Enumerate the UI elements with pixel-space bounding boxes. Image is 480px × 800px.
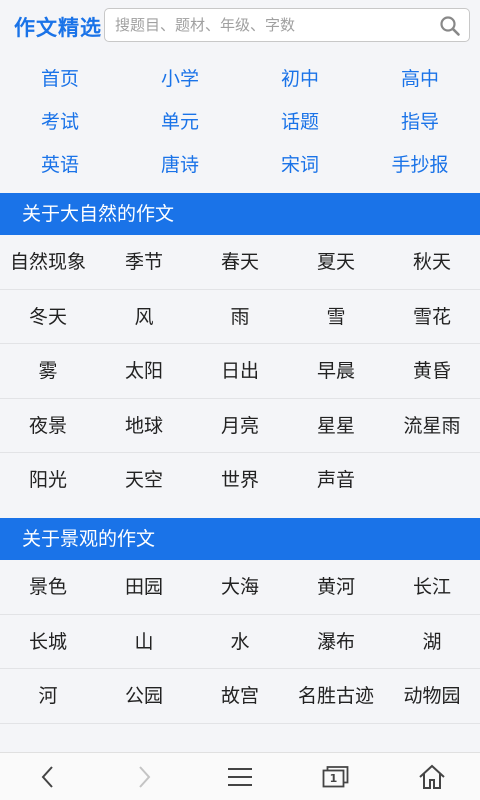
table-row: 自然现象 季节 春天 夏天 秋天 bbox=[0, 235, 480, 290]
section-title-nature: 关于大自然的作文 bbox=[0, 193, 480, 235]
topic-item[interactable]: 阳光 bbox=[0, 453, 96, 507]
table-row: 阳光 天空 世界 声音 bbox=[0, 453, 480, 508]
topic-grid-nature: 自然现象 季节 春天 夏天 秋天 冬天 风 雨 雪 雪花 雾 太阳 日出 早晨 … bbox=[0, 235, 480, 508]
category-nav: 首页 小学 初中 高中 考试 单元 话题 指导 英语 唐诗 宋词 手抄报 bbox=[0, 57, 480, 193]
topic-item[interactable]: 雾 bbox=[0, 344, 96, 398]
topic-item[interactable]: 河 bbox=[0, 669, 96, 723]
search-box[interactable] bbox=[104, 8, 470, 42]
tab-count: 1 bbox=[329, 772, 338, 785]
topic-item[interactable]: 黄河 bbox=[288, 560, 384, 614]
table-row: 夜景 地球 月亮 星星 流星雨 bbox=[0, 399, 480, 453]
back-icon bbox=[41, 766, 53, 788]
topic-item[interactable]: 雨 bbox=[192, 290, 288, 344]
menu-button[interactable] bbox=[192, 753, 288, 800]
back-button[interactable] bbox=[0, 753, 96, 800]
topic-item[interactable]: 冬天 bbox=[0, 290, 96, 344]
table-row: 冬天 风 雨 雪 雪花 bbox=[0, 290, 480, 344]
topic-item[interactable]: 长江 bbox=[384, 560, 480, 614]
tabs-icon: 1 bbox=[321, 765, 351, 789]
home-button[interactable] bbox=[384, 753, 480, 800]
forward-icon bbox=[139, 766, 151, 788]
topic-item[interactable]: 星星 bbox=[288, 399, 384, 453]
nav-item-english[interactable]: 英语 bbox=[0, 145, 120, 185]
topic-item[interactable]: 夜景 bbox=[0, 399, 96, 453]
topic-item[interactable]: 长城 bbox=[0, 615, 96, 669]
topic-item[interactable]: 季节 bbox=[96, 235, 192, 289]
nav-item-home[interactable]: 首页 bbox=[0, 59, 120, 99]
search-input[interactable] bbox=[115, 9, 425, 41]
nav-item-junior[interactable]: 初中 bbox=[240, 59, 360, 99]
home-icon bbox=[419, 764, 445, 789]
bottom-toolbar: 1 bbox=[0, 752, 480, 800]
nav-item-topic[interactable]: 话题 bbox=[240, 102, 360, 142]
menu-icon bbox=[228, 768, 252, 786]
search-icon[interactable] bbox=[439, 15, 461, 37]
topic-item[interactable]: 山 bbox=[96, 615, 192, 669]
topic-item[interactable]: 流星雨 bbox=[384, 399, 480, 453]
topic-item[interactable]: 故宫 bbox=[192, 669, 288, 723]
topic-item[interactable]: 雪花 bbox=[384, 290, 480, 344]
nav-item-primary[interactable]: 小学 bbox=[120, 59, 240, 99]
topic-item[interactable]: 地球 bbox=[96, 399, 192, 453]
table-row: 长城 山 水 瀑布 湖 bbox=[0, 615, 480, 669]
nav-item-unit[interactable]: 单元 bbox=[120, 102, 240, 142]
topic-item[interactable]: 早晨 bbox=[288, 344, 384, 398]
topic-item[interactable]: 景色 bbox=[0, 560, 96, 614]
tabs-button[interactable]: 1 bbox=[288, 753, 384, 800]
section-title-landscape: 关于景观的作文 bbox=[0, 518, 480, 560]
topic-item[interactable]: 世界 bbox=[192, 453, 288, 507]
nav-item-exam[interactable]: 考试 bbox=[0, 102, 120, 142]
topic-item[interactable]: 水 bbox=[192, 615, 288, 669]
nav-item-senior[interactable]: 高中 bbox=[360, 59, 480, 99]
forward-button[interactable] bbox=[96, 753, 192, 800]
topic-item[interactable]: 黄昏 bbox=[384, 344, 480, 398]
topic-item[interactable]: 日出 bbox=[192, 344, 288, 398]
header: 作文精选 bbox=[0, 0, 480, 50]
topic-item[interactable]: 公园 bbox=[96, 669, 192, 723]
topic-item[interactable]: 风 bbox=[96, 290, 192, 344]
topic-item[interactable]: 动物园 bbox=[384, 669, 480, 723]
table-row: 雾 太阳 日出 早晨 黄昏 bbox=[0, 344, 480, 399]
app-logo[interactable]: 作文精选 bbox=[14, 12, 102, 42]
topic-item[interactable]: 自然现象 bbox=[0, 235, 96, 289]
table-row: 河 公园 故宫 名胜古迹 动物园 bbox=[0, 669, 480, 724]
topic-item[interactable]: 夏天 bbox=[288, 235, 384, 289]
topic-item[interactable]: 雪 bbox=[288, 290, 384, 344]
nav-item-tang-poems[interactable]: 唐诗 bbox=[120, 145, 240, 185]
nav-item-guide[interactable]: 指导 bbox=[360, 102, 480, 142]
topic-item[interactable]: 大海 bbox=[192, 560, 288, 614]
topic-item[interactable]: 秋天 bbox=[384, 235, 480, 289]
topic-item[interactable]: 湖 bbox=[384, 615, 480, 669]
topic-item[interactable]: 春天 bbox=[192, 235, 288, 289]
table-row: 景色 田园 大海 黄河 长江 bbox=[0, 560, 480, 615]
topic-item[interactable]: 月亮 bbox=[192, 399, 288, 453]
topic-item[interactable]: 声音 bbox=[288, 453, 384, 507]
topic-item[interactable]: 名胜古迹 bbox=[288, 669, 384, 723]
topic-item[interactable]: 田园 bbox=[96, 560, 192, 614]
topic-item[interactable]: 瀑布 bbox=[288, 615, 384, 669]
topic-item[interactable]: 太阳 bbox=[96, 344, 192, 398]
topic-item[interactable]: 天空 bbox=[96, 453, 192, 507]
topic-grid-landscape: 景色 田园 大海 黄河 长江 长城 山 水 瀑布 湖 河 公园 故宫 名胜古迹 … bbox=[0, 560, 480, 724]
nav-item-song-ci[interactable]: 宋词 bbox=[240, 145, 360, 185]
nav-item-handwritten-paper[interactable]: 手抄报 bbox=[360, 145, 480, 185]
